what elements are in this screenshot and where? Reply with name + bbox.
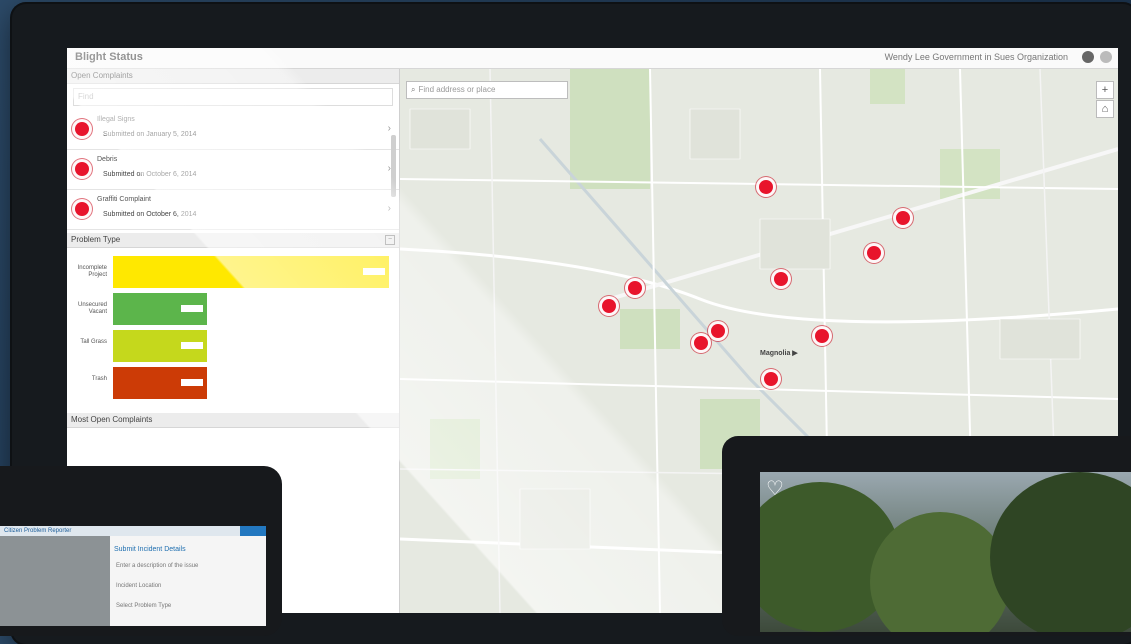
- left-tablet-screen: Citizen Problem Reporter Submit Incident…: [0, 526, 266, 626]
- map-marker[interactable]: [774, 272, 788, 286]
- chart-bar[interactable]: [113, 256, 389, 288]
- bar-value-label: [180, 379, 203, 386]
- complaint-type: Debris: [97, 156, 118, 163]
- tablet-app-header: Citizen Problem Reporter: [0, 526, 266, 536]
- map-marker[interactable]: [628, 281, 642, 295]
- complaint-item[interactable]: Debris Submitted on October 6, 2014 ›: [67, 150, 399, 190]
- complaint-marker-icon: [75, 202, 89, 216]
- map-search-placeholder: Find address or place: [418, 85, 496, 94]
- chart-bar[interactable]: [113, 293, 207, 325]
- map-marker[interactable]: [711, 324, 725, 338]
- problem-types-header[interactable]: Problem Type −: [67, 233, 399, 248]
- tablet-form-row[interactable]: Incident Location: [116, 583, 161, 589]
- bar-category-label: Unsecured Vacant: [77, 302, 107, 315]
- list-scrollbar[interactable]: [391, 135, 396, 197]
- map-search-input[interactable]: ⌕ Find address or place: [406, 81, 568, 99]
- app-header: Blight Status Wendy Lee Government in Su…: [67, 48, 1118, 69]
- heart-icon[interactable]: ♡: [766, 476, 784, 501]
- right-tablet-screen: ♡: [760, 472, 1131, 632]
- chart-bar[interactable]: [113, 330, 207, 362]
- complaint-type: Graffiti Complaint: [97, 196, 151, 203]
- bar-value-label: [363, 268, 385, 275]
- help-icon[interactable]: [1100, 51, 1112, 63]
- zoom-in-button[interactable]: +: [1096, 81, 1114, 99]
- complaint-marker-icon: [75, 122, 89, 136]
- complaint-submitted: Submitted on January 5, 2014: [103, 131, 197, 138]
- complaint-search-input[interactable]: Find: [73, 88, 393, 106]
- complaint-marker-icon: [75, 162, 89, 176]
- complaint-type: Illegal Signs: [97, 116, 135, 123]
- tablet-form-row[interactable]: Select Problem Type: [116, 603, 171, 609]
- problem-type-chart: Incomplete Project Unsecured Vacant Tall G…: [67, 248, 399, 413]
- map-marker[interactable]: [896, 211, 910, 225]
- bar-value-label: [180, 305, 203, 312]
- map-marker[interactable]: [602, 299, 616, 313]
- search-icon: ⌕: [411, 85, 416, 94]
- chevron-right-icon: ›: [387, 203, 391, 214]
- open-complaints-header[interactable]: Open Complaints: [67, 69, 399, 84]
- tablet-form-row[interactable]: Enter a description of the issue: [116, 563, 198, 569]
- app-title: Blight Status: [75, 51, 143, 63]
- map-marker[interactable]: [694, 336, 708, 350]
- complaint-submitted: Submitted on October 6, 2014: [103, 211, 197, 218]
- bar-category-label: Trash: [91, 376, 107, 382]
- complaint-item[interactable]: Graffiti Complaint Submitted on October …: [67, 190, 399, 230]
- complaint-submitted: Submitted on October 6, 2014: [103, 171, 197, 178]
- chevron-right-icon: ›: [387, 123, 391, 134]
- right-tablet-device: ♡: [722, 436, 1131, 636]
- left-tablet-device: Citizen Problem Reporter Submit Incident…: [0, 466, 282, 636]
- complaint-item[interactable]: Illegal Signs Submitted on January 5, 20…: [67, 110, 399, 150]
- problem-types-title: Problem Type: [71, 235, 121, 244]
- tablet-map[interactable]: [0, 526, 110, 626]
- collapse-icon[interactable]: −: [385, 235, 395, 245]
- map-marker[interactable]: [759, 180, 773, 194]
- map-marker[interactable]: [815, 329, 829, 343]
- closed-complaints-header[interactable]: Most Open Complaints: [67, 413, 399, 428]
- city-label: Magnolia ▶: [760, 350, 798, 357]
- photo-tree: [990, 472, 1131, 632]
- home-button[interactable]: ⌂: [1096, 100, 1114, 118]
- bar-category-label: Incomplete Project: [77, 265, 107, 278]
- map-marker[interactable]: [764, 372, 778, 386]
- chart-bar[interactable]: [113, 367, 207, 399]
- bar-value-label: [180, 342, 203, 349]
- tablet-header-accent[interactable]: [240, 526, 266, 536]
- tablet-form-title: Submit Incident Details: [114, 546, 186, 553]
- user-icon[interactable]: [1082, 51, 1094, 63]
- user-text[interactable]: Wendy Lee Government in Sues Organizatio…: [885, 52, 1068, 62]
- bar-category-label: Tall Grass: [80, 339, 107, 345]
- map-marker[interactable]: [867, 246, 881, 260]
